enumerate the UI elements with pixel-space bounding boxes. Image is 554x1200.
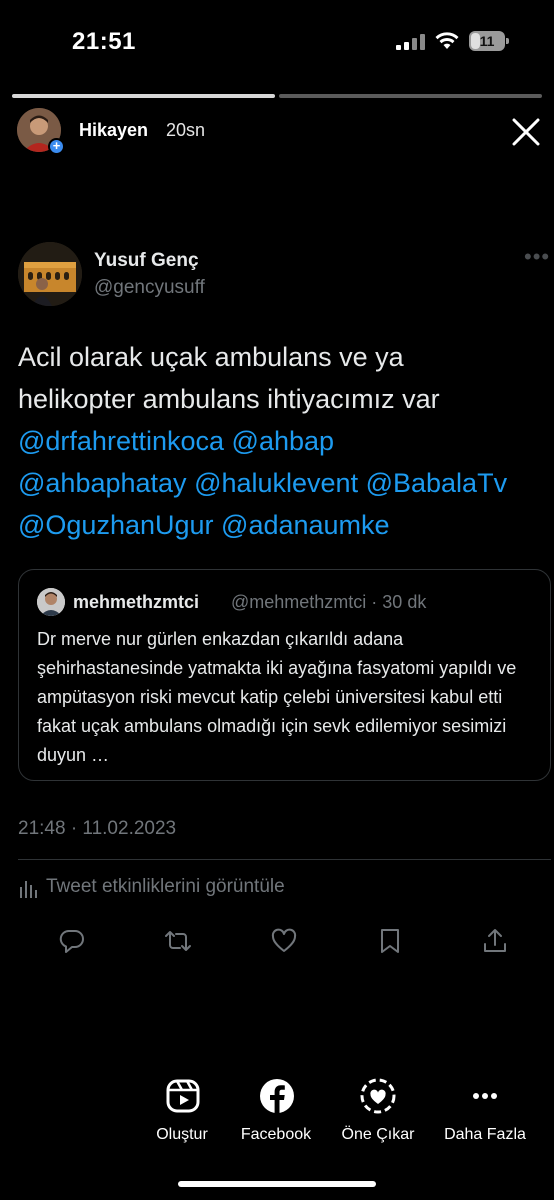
- create-icon[interactable]: [163, 1076, 203, 1116]
- more-button[interactable]: Daha Fazla: [438, 1076, 532, 1156]
- tweet-author-handle: @gencyusuff: [94, 277, 205, 298]
- tweet-text: Acil olarak uçak ambulans ve ya helikopt…: [18, 336, 550, 546]
- tweet-activity-label: Tweet etkinliklerini görüntüle: [46, 876, 285, 897]
- reply-icon: [59, 929, 84, 953]
- more-icon[interactable]: [465, 1076, 505, 1116]
- mention: @ahbap: [231, 426, 335, 456]
- wifi-icon: [435, 32, 459, 49]
- signal-icon: [396, 34, 425, 50]
- story-user-label[interactable]: Hikayen: [79, 120, 148, 141]
- highlight-label[interactable]: Öne Çıkar: [332, 1126, 424, 1144]
- story-elapsed-time: 20sn: [166, 120, 206, 140]
- tweet-text-line-1: Acil olarak uçak ambulans ve ya: [18, 342, 404, 372]
- tweet-author-avatar: [18, 242, 82, 306]
- status-time: 21:51: [72, 28, 136, 55]
- mention: @adanaumke: [221, 510, 390, 540]
- battery-level: 11: [479, 33, 495, 49]
- quoted-author-handle-time: @mehmethzmtci · 30 dk: [231, 592, 427, 612]
- like-heart-icon: [271, 928, 297, 952]
- close-icon[interactable]: [506, 112, 546, 152]
- status-bar: 21:51 11: [0, 0, 554, 80]
- tweet-text-line-2: helikopter ambulans ihtiyacımız var: [18, 384, 440, 414]
- mention: @OguzhanUgur: [18, 510, 214, 540]
- create-button[interactable]: Oluştur: [142, 1076, 222, 1156]
- quoted-author-avatar: [37, 588, 65, 616]
- story-progress-segment-2: [279, 94, 542, 98]
- divider: [18, 859, 551, 860]
- home-indicator[interactable]: [178, 1181, 376, 1187]
- mention: @drfahrettinkoca: [18, 426, 225, 456]
- mention: @ahbaphatay: [18, 468, 187, 498]
- highlight-button[interactable]: Öne Çıkar: [332, 1076, 424, 1156]
- share-icon: [484, 929, 506, 952]
- quoted-tweet-card: mehmethzmtci @mehmethzmtci · 30 dk Dr me…: [18, 569, 551, 781]
- mention: @haluklevent: [194, 468, 359, 498]
- facebook-icon[interactable]: [257, 1076, 297, 1116]
- create-label[interactable]: Oluştur: [142, 1126, 222, 1144]
- battery-icon: 11: [469, 31, 509, 51]
- quoted-tweet-text: Dr merve nur gürlen enkazdan çıkarıldı a…: [37, 629, 517, 765]
- tweet-author-name: Yusuf Genç: [94, 250, 199, 271]
- quoted-author-name: mehmethzmtci: [73, 592, 200, 612]
- story-progress-segment-1: [12, 94, 275, 98]
- more-label[interactable]: Daha Fazla: [438, 1126, 532, 1144]
- analytics-icon: [20, 881, 37, 898]
- facebook-label[interactable]: Facebook: [234, 1126, 318, 1144]
- mention: @BabalaTv: [365, 468, 508, 498]
- tweet-timestamp: 21:48 · 11.02.2023: [18, 818, 177, 839]
- retweet-icon: [165, 931, 191, 951]
- highlight-heart-icon[interactable]: [358, 1076, 398, 1116]
- bookmark-icon: [381, 929, 399, 953]
- facebook-button[interactable]: Facebook: [234, 1076, 318, 1156]
- add-story-icon[interactable]: +: [48, 138, 65, 155]
- more-options-icon: •••: [524, 244, 551, 269]
